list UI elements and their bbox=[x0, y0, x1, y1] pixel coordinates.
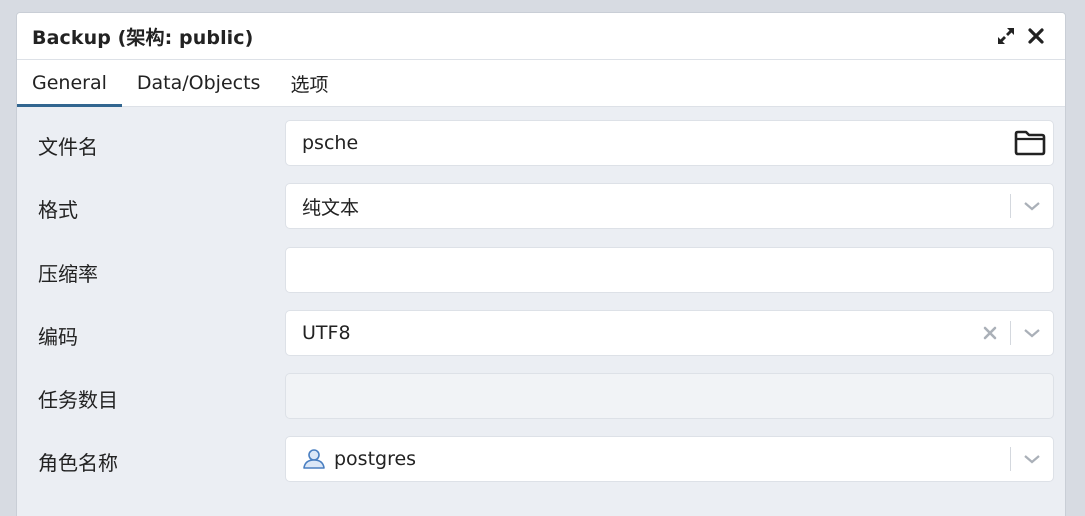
role-value: postgres bbox=[334, 448, 417, 471]
user-icon bbox=[302, 448, 326, 470]
filename-input[interactable]: psche bbox=[285, 120, 1054, 166]
tab-general-label: General bbox=[32, 72, 107, 94]
backup-dialog: Backup (架构: public) General Data/Objects… bbox=[16, 12, 1066, 516]
role-label: 角色名称 bbox=[38, 451, 118, 476]
format-select[interactable]: 纯文本 bbox=[285, 183, 1054, 230]
encoding-label: 编码 bbox=[38, 324, 78, 349]
folder-icon[interactable] bbox=[1007, 121, 1053, 165]
jobs-label: 任务数目 bbox=[38, 388, 118, 413]
tab-data-objects[interactable]: Data/Objects bbox=[122, 60, 276, 106]
role-select[interactable]: postgres bbox=[285, 436, 1054, 483]
role-row: 角色名称 postgres bbox=[17, 436, 1065, 499]
tab-data-objects-label: Data/Objects bbox=[136, 72, 261, 94]
chevron-down-icon[interactable] bbox=[1011, 437, 1053, 481]
clear-icon[interactable] bbox=[970, 311, 1010, 355]
format-value: 纯文本 bbox=[302, 196, 360, 219]
compression-label: 压缩率 bbox=[38, 261, 98, 286]
jobs-input[interactable] bbox=[285, 373, 1054, 420]
chevron-down-icon[interactable] bbox=[1011, 184, 1053, 228]
format-label: 格式 bbox=[38, 198, 78, 223]
tab-options-label: 选项 bbox=[290, 73, 329, 96]
filename-value[interactable]: psche bbox=[302, 132, 1007, 154]
encoding-select[interactable]: UTF8 bbox=[285, 309, 1054, 356]
format-row: 格式 纯文本 bbox=[17, 183, 1065, 246]
dialog-title: Backup (架构: public) bbox=[32, 26, 254, 49]
tab-bar: General Data/Objects 选项 bbox=[17, 60, 1065, 107]
general-form: 文件名 psche 格式 纯文本 压缩率 编码 UTF8 任务数目 角色名称 p… bbox=[17, 107, 1065, 500]
close-icon[interactable] bbox=[1021, 21, 1051, 51]
chevron-down-icon[interactable] bbox=[1011, 311, 1053, 355]
tab-general[interactable]: General bbox=[17, 60, 122, 107]
dialog-titlebar[interactable]: Backup (架构: public) bbox=[17, 13, 1065, 60]
tab-options[interactable]: 选项 bbox=[275, 60, 343, 106]
encoding-row: 编码 UTF8 bbox=[17, 309, 1065, 373]
compression-input[interactable] bbox=[285, 246, 1054, 293]
compression-row: 压缩率 bbox=[17, 246, 1065, 310]
expand-icon[interactable] bbox=[991, 21, 1021, 51]
filename-row: 文件名 psche bbox=[17, 120, 1065, 183]
filename-label: 文件名 bbox=[38, 135, 98, 159]
jobs-row: 任务数目 bbox=[17, 373, 1065, 436]
encoding-value: UTF8 bbox=[302, 321, 351, 344]
